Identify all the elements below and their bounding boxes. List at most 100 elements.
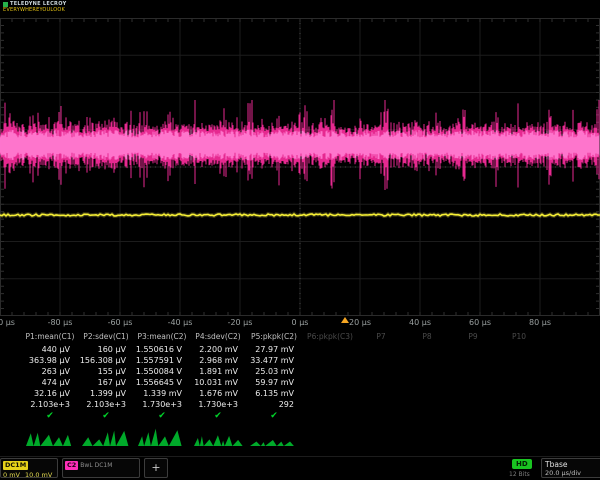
measure-histicon-p8	[404, 423, 450, 449]
measure-header-p8[interactable]: P8	[404, 330, 450, 344]
measure-histicon-p1[interactable]	[22, 423, 78, 449]
measure-histicon-p4[interactable]	[190, 423, 246, 449]
measure-header-p1[interactable]: P1:mean(C1)	[22, 330, 78, 344]
measure-cell	[358, 388, 404, 399]
measure-header-p6[interactable]: P6:pkpk(C3)	[302, 330, 358, 344]
brand-logo: TELEDYNE LECROY EVERYWHEREYOULOOK	[3, 2, 67, 13]
measure-header-p9[interactable]: P9	[450, 330, 496, 344]
measure-cell: 1.339 mV	[134, 388, 190, 399]
bottom-bar: DC1M 0 mV 10.0 mV C2 BwL DC1M + HD 12 Bi…	[0, 456, 600, 480]
c1-offset: 0 mV	[3, 471, 20, 478]
measurement-table: P1:mean(C1)P2:sdev(C1)P3:mean(C2)P4:sdev…	[0, 330, 600, 449]
timebase-descriptor[interactable]: Tbase 20.0 µs/div	[541, 458, 600, 478]
measure-cell: 1.730e+3	[190, 399, 246, 410]
measure-header-p7[interactable]: P7	[358, 330, 404, 344]
measure-cell: 1.399 µV	[78, 388, 134, 399]
measure-histicon-p5[interactable]	[246, 423, 302, 449]
time-axis-label: 40 µs	[409, 318, 431, 327]
add-trace-button[interactable]: +	[144, 458, 168, 478]
measure-cell	[450, 355, 496, 366]
time-axis-label: 0 µs	[292, 318, 309, 327]
c2-label-chip: C2	[65, 461, 78, 470]
measure-cell: 156.308 µV	[78, 355, 134, 366]
measure-cell: 155 µV	[78, 366, 134, 377]
measure-cell	[496, 388, 542, 399]
measure-cell	[450, 366, 496, 377]
measure-cell	[450, 388, 496, 399]
measure-header-p2[interactable]: P2:sdev(C1)	[78, 330, 134, 344]
measure-cell: 59.97 mV	[246, 377, 302, 388]
measure-header-p4[interactable]: P4:sdev(C2)	[190, 330, 246, 344]
measure-cell: 2.968 mV	[190, 355, 246, 366]
time-axis-label: -20 µs	[228, 318, 253, 327]
measure-cell: 2.200 mV	[190, 344, 246, 355]
measure-cell	[496, 366, 542, 377]
measure-rows: 440 µV160 µV1.550616 V2.200 mV27.97 mV36…	[0, 344, 600, 410]
measure-status-check: ✔	[246, 410, 302, 423]
measure-cell	[358, 377, 404, 388]
measure-cell	[404, 344, 450, 355]
measure-cell: 1.556645 V	[134, 377, 190, 388]
channel-descriptor-c2[interactable]: C2 BwL DC1M	[62, 458, 140, 478]
measure-status-check	[496, 410, 542, 423]
measure-cell	[302, 366, 358, 377]
measure-cell: 474 µV	[22, 377, 78, 388]
measure-cell	[404, 355, 450, 366]
measure-cell	[302, 377, 358, 388]
measure-header-p3[interactable]: P3:mean(C2)	[134, 330, 190, 344]
measure-cell: 167 µV	[78, 377, 134, 388]
measure-cell	[358, 366, 404, 377]
measure-cell	[450, 377, 496, 388]
measure-cell	[404, 377, 450, 388]
measure-cell: 6.135 mV	[246, 388, 302, 399]
measure-cell	[302, 399, 358, 410]
measure-cell: 263 µV	[22, 366, 78, 377]
measure-histicon-p2[interactable]	[78, 423, 134, 449]
timebase-label: Tbase	[545, 460, 600, 469]
measure-row-num: 2.103e+32.103e+31.730e+31.730e+3292	[0, 399, 600, 410]
measure-status-row: ✔✔✔✔✔	[0, 410, 600, 423]
measure-row-max: 474 µV167 µV1.556645 V10.031 mV59.97 mV	[0, 377, 600, 388]
measure-header-row: P1:mean(C1)P2:sdev(C1)P3:mean(C2)P4:sdev…	[0, 330, 600, 344]
measure-header-p5[interactable]: P5:pkpk(C2)	[246, 330, 302, 344]
measure-cell	[358, 344, 404, 355]
measure-status-check: ✔	[78, 410, 134, 423]
measure-cell	[450, 344, 496, 355]
measure-status-check	[358, 410, 404, 423]
trigger-position-marker-icon[interactable]	[341, 317, 349, 323]
measure-header-p10[interactable]: P10	[496, 330, 542, 344]
time-axis-label: -100 µs	[0, 318, 15, 327]
measure-histicon-p10	[496, 423, 542, 449]
measure-cell: 1.676 mV	[190, 388, 246, 399]
measure-cell: 363.98 µV	[22, 355, 78, 366]
measure-status-check	[404, 410, 450, 423]
measure-histicon-p6	[302, 423, 358, 449]
measure-cell: 1.891 mV	[190, 366, 246, 377]
c2-coupling: BwL DC1M	[80, 462, 112, 469]
measure-status-check: ✔	[190, 410, 246, 423]
measure-row-value: 440 µV160 µV1.550616 V2.200 mV27.97 mV	[0, 344, 600, 355]
channel-descriptor-c1[interactable]: DC1M 0 mV 10.0 mV	[0, 458, 58, 478]
measure-histicon-p3[interactable]	[134, 423, 190, 449]
time-axis-label: 80 µs	[529, 318, 551, 327]
measure-cell	[302, 355, 358, 366]
measure-cell: 1.557591 V	[134, 355, 190, 366]
measure-cell	[496, 355, 542, 366]
measure-cell: 33.477 mV	[246, 355, 302, 366]
measure-status-check	[302, 410, 358, 423]
c1-coupling-chip: DC1M	[3, 461, 28, 470]
waveform-display[interactable]: TELEDYNE LECROY EVERYWHEREYOULOOK	[0, 0, 600, 330]
time-axis: -100 µs-80 µs-60 µs-40 µs-20 µs0 µs20 µs…	[0, 316, 600, 330]
hd-mode-badge: HD	[512, 459, 532, 469]
measure-cell: 10.031 mV	[190, 377, 246, 388]
measure-row-sdev: 32.16 µV1.399 µV1.339 mV1.676 mV6.135 mV	[0, 388, 600, 399]
measure-cell: 160 µV	[78, 344, 134, 355]
time-axis-label: -80 µs	[48, 318, 73, 327]
measure-cell	[496, 344, 542, 355]
measure-histicons-row	[0, 423, 600, 449]
time-axis-label: -40 µs	[168, 318, 193, 327]
measure-cell	[358, 355, 404, 366]
measure-cell	[404, 366, 450, 377]
measure-cell: 1.550084 V	[134, 366, 190, 377]
oscilloscope-screen: TELEDYNE LECROY EVERYWHEREYOULOOK -100 µ…	[0, 0, 600, 480]
